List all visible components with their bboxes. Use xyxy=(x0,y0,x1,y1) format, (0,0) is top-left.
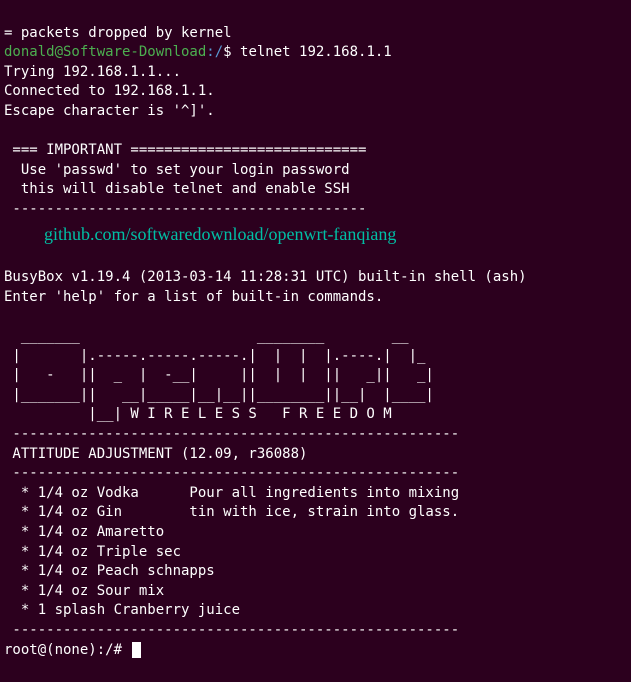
divider-1: ----------------------------------------… xyxy=(4,426,459,442)
ascii-art-4: |_______|| __|_____|__|__||________||__|… xyxy=(4,387,434,403)
github-link: github.com/softwaredownload/openwrt-fanq… xyxy=(4,222,627,247)
recipe-sourmix: * 1/4 oz Sour mix xyxy=(4,583,164,599)
output-escape: Escape character is '^]'. xyxy=(4,103,215,119)
divider-2: ----------------------------------------… xyxy=(4,465,459,481)
recipe-cranberry: * 1 splash Cranberry juice xyxy=(4,602,240,618)
telnet-command: telnet 192.168.1.1 xyxy=(240,44,392,60)
recipe-amaretto: * 1/4 oz Amaretto xyxy=(4,524,164,540)
divider-3: ----------------------------------------… xyxy=(4,622,459,638)
recipe-peach: * 1/4 oz Peach schnapps xyxy=(4,563,215,579)
kernel-line: = packets dropped by kernel xyxy=(4,25,232,41)
recipe-vodka: * 1/4 oz Vodka Pour all ingredients into… xyxy=(4,485,459,501)
output-trying: Trying 192.168.1.1... xyxy=(4,64,181,80)
busybox-help: Enter 'help' for a list of built-in comm… xyxy=(4,289,383,305)
prompt-user: donald@Software-Download xyxy=(4,44,206,60)
recipe-gin: * 1/4 oz Gin tin with ice, strain into g… xyxy=(4,504,459,520)
ascii-art-3: | - || _ | -__| || | | || _|| _| xyxy=(4,367,434,383)
recipe-triplesec: * 1/4 oz Triple sec xyxy=(4,544,181,560)
output-connected: Connected to 192.168.1.1. xyxy=(4,83,215,99)
ascii-art-5: |__| W I R E L E S S F R E E D O M xyxy=(4,406,392,422)
important-passwd: Use 'passwd' to set your login password xyxy=(4,162,350,178)
terminal-output-continued[interactable]: BusyBox v1.19.4 (2013-03-14 11:28:31 UTC… xyxy=(4,249,627,660)
busybox-version: BusyBox v1.19.4 (2013-03-14 11:28:31 UTC… xyxy=(4,269,527,285)
ascii-art-2: | |.-----.-----.-----.| | | |.----.| |_ xyxy=(4,348,425,364)
ascii-art-1: _______ ________ __ xyxy=(4,328,409,344)
terminal-output[interactable]: = packets dropped by kernel donald@Softw… xyxy=(4,4,627,220)
prompt-symbol: $ xyxy=(223,44,240,60)
prompt-path: :/ xyxy=(206,44,223,60)
important-header: === IMPORTANT ==========================… xyxy=(4,142,366,158)
important-ssh: this will disable telnet and enable SSH xyxy=(4,181,350,197)
cursor[interactable] xyxy=(132,642,141,658)
important-footer: ----------------------------------------… xyxy=(4,201,366,217)
release-name: ATTITUDE ADJUSTMENT (12.09, r36088) xyxy=(4,446,307,462)
root-prompt: root@(none):/# xyxy=(4,642,130,658)
